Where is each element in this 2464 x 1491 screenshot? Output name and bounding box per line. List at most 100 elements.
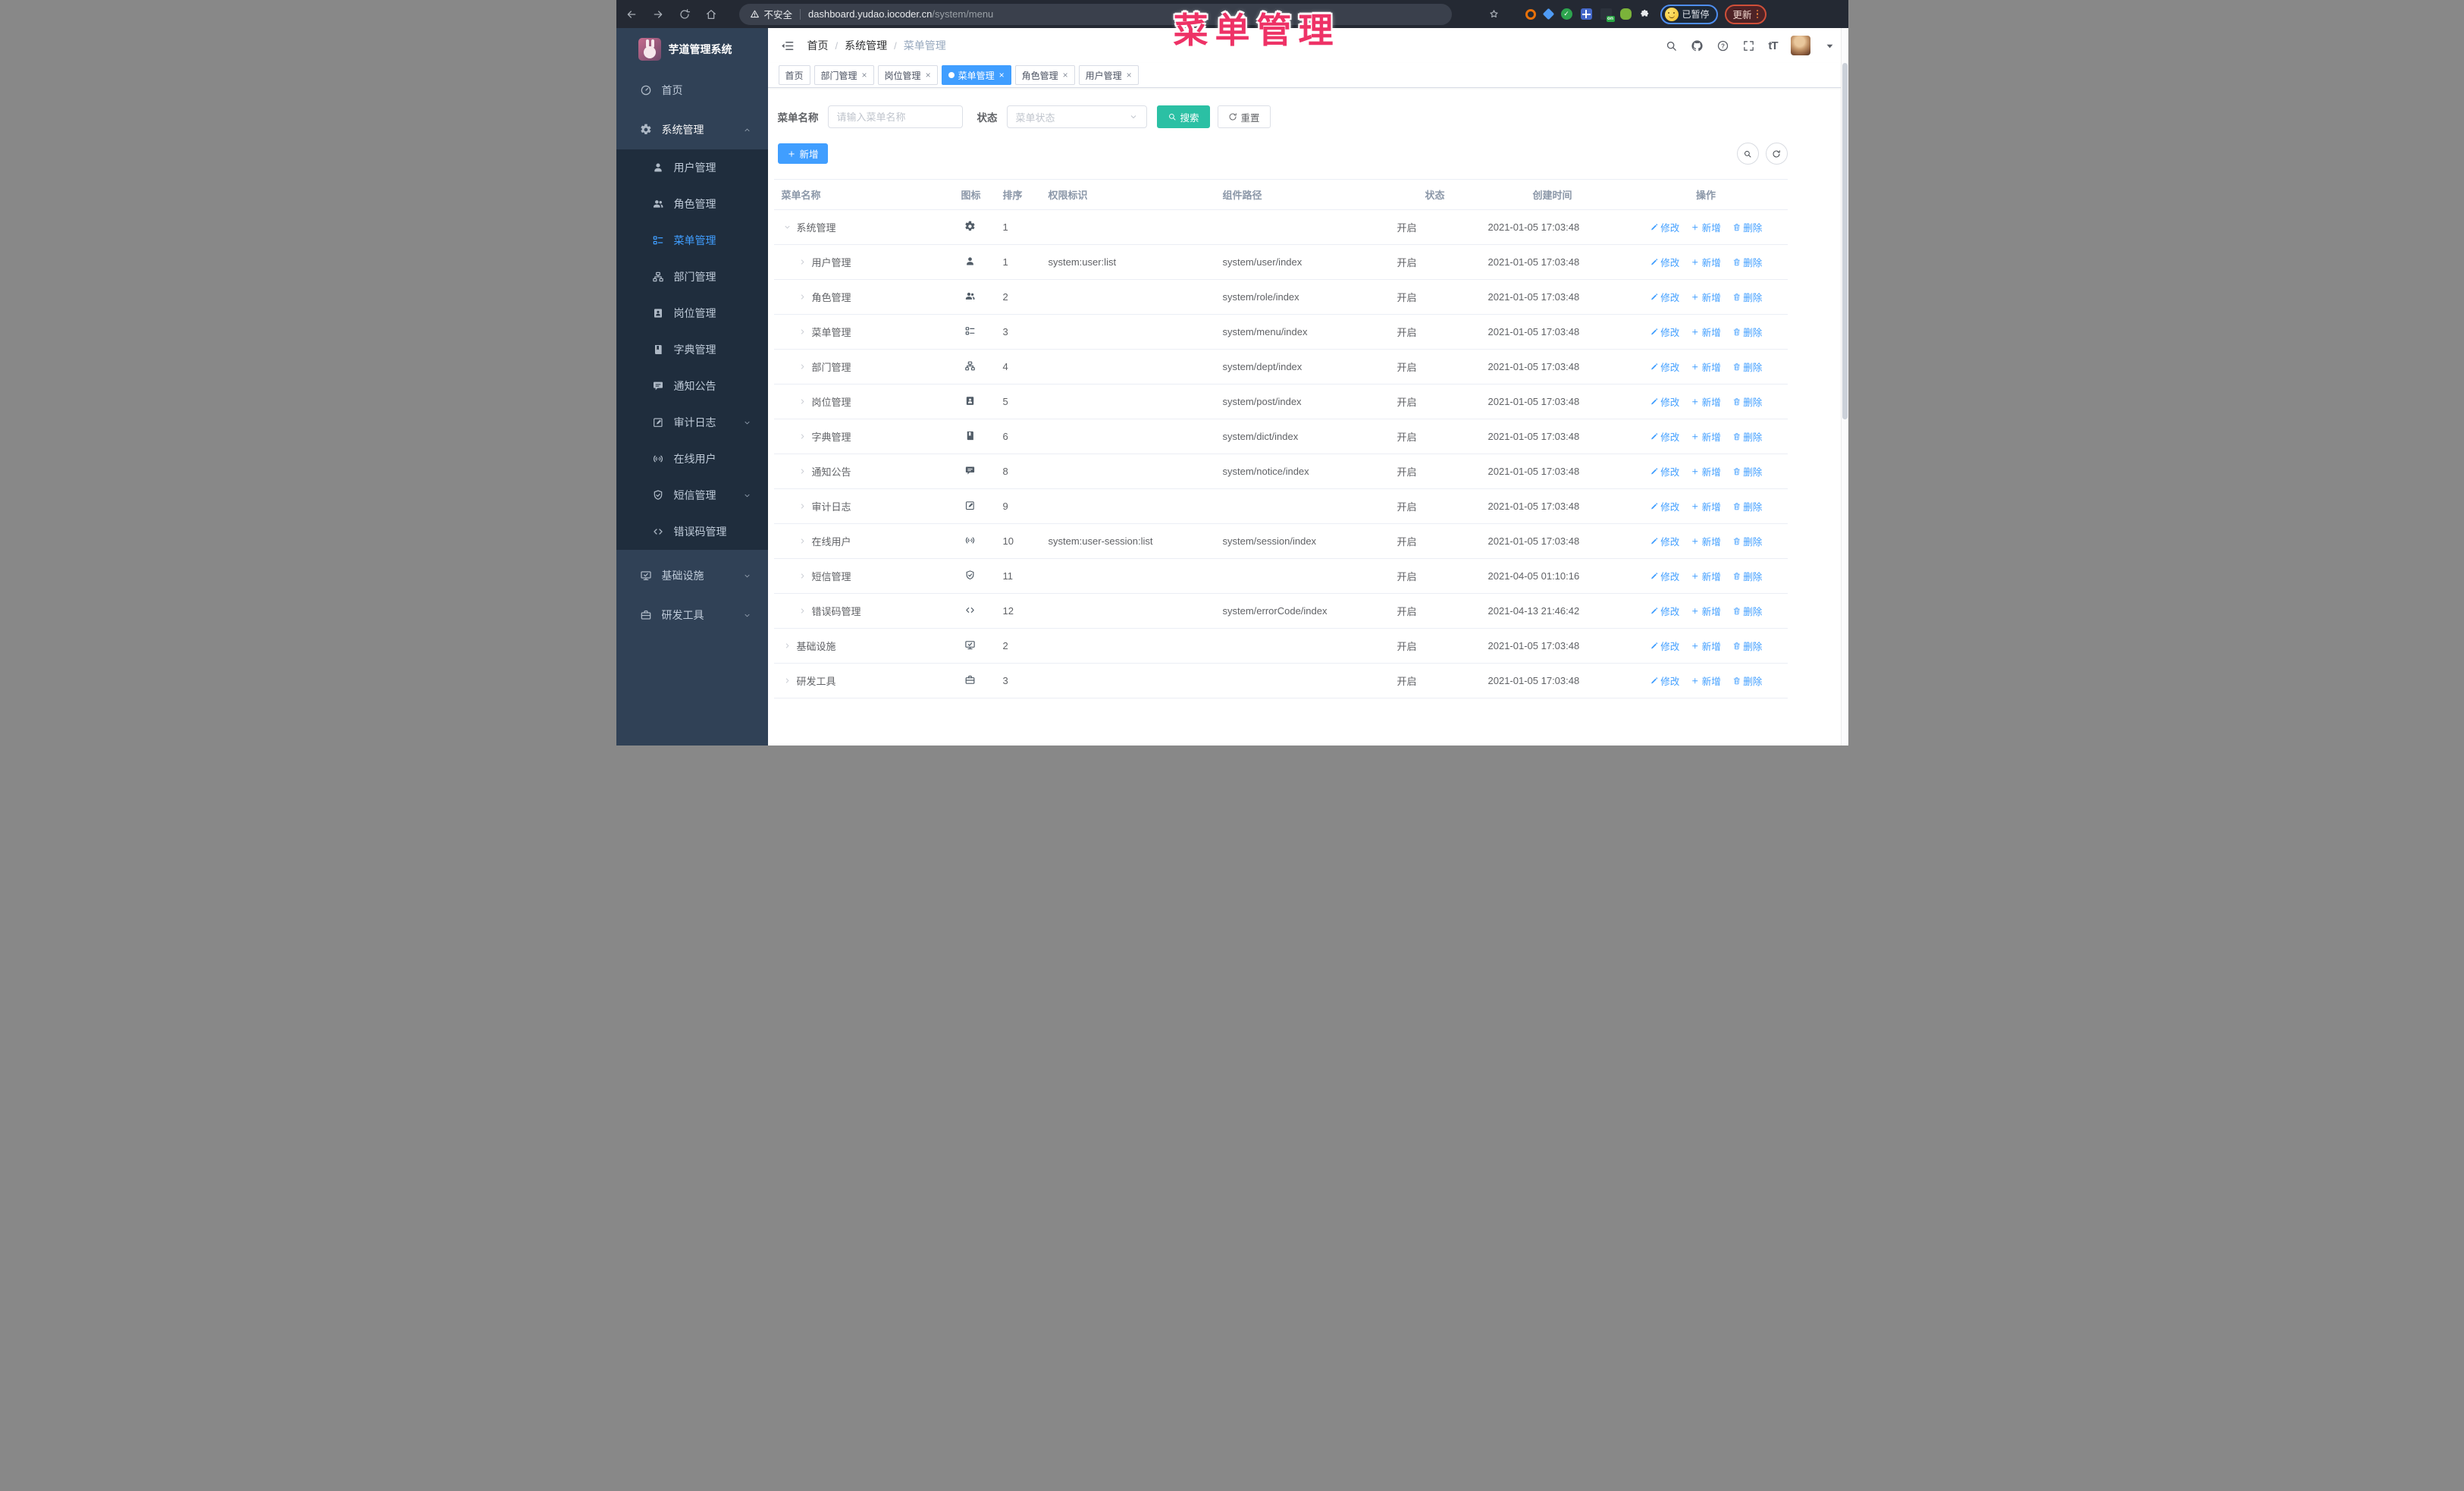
edit-link[interactable]: 修改 xyxy=(1650,290,1679,304)
add-link[interactable]: 新增 xyxy=(1691,429,1721,444)
edit-link[interactable]: 修改 xyxy=(1650,604,1679,618)
column-header-3[interactable]: 权限标识 xyxy=(1041,187,1215,202)
sidebar-item-4[interactable]: 菜单管理 xyxy=(616,222,768,259)
chevron-right-icon[interactable] xyxy=(798,537,807,545)
address-bar[interactable]: 不安全 dashboard.yudao.iocoder.cn/system/me… xyxy=(738,3,1452,25)
sidebar-item-5[interactable]: 部门管理 xyxy=(616,259,768,295)
refresh-table-button[interactable] xyxy=(1765,143,1788,165)
sidebar-item-13[interactable]: 基础设施 xyxy=(616,556,768,595)
chevron-right-icon[interactable] xyxy=(798,572,807,580)
fullscreen-icon[interactable] xyxy=(1742,39,1755,52)
profile-paused-badge[interactable]: 已暂停 xyxy=(1660,4,1718,24)
extension-icon[interactable] xyxy=(1600,8,1615,22)
table-row-6[interactable]: 字典管理 6 system/dict/index 开启 2021-01-05 17:03… xyxy=(773,419,1788,454)
delete-link[interactable]: 删除 xyxy=(1732,220,1762,234)
help-icon[interactable]: ? xyxy=(1716,39,1729,52)
collapse-sidebar-icon[interactable] xyxy=(780,39,795,53)
table-row-0[interactable]: 系统管理 1 开启 2021-01-05 17:03:48 修改 新增 删除 xyxy=(773,210,1788,245)
edit-link[interactable]: 修改 xyxy=(1650,429,1679,444)
extension-icon[interactable] xyxy=(1525,8,1536,20)
forward-icon[interactable] xyxy=(652,8,664,20)
extension-icon[interactable] xyxy=(1542,8,1554,20)
sidebar-item-7[interactable]: 字典管理 xyxy=(616,331,768,368)
add-link[interactable]: 新增 xyxy=(1691,255,1721,269)
chevron-right-icon[interactable] xyxy=(798,397,807,406)
table-row-1[interactable]: 用户管理 1 system:user:list system/user/index 开启… xyxy=(773,245,1788,280)
chevron-right-icon[interactable] xyxy=(798,502,807,510)
table-row-11[interactable]: 错误码管理 12 system/errorCode/index 开启 2021-04-1… xyxy=(773,594,1788,629)
sidebar-item-2[interactable]: 用户管理 xyxy=(616,149,768,186)
delete-link[interactable]: 删除 xyxy=(1732,359,1762,374)
delete-link[interactable]: 删除 xyxy=(1732,499,1762,513)
close-icon[interactable]: × xyxy=(926,71,931,80)
edit-link[interactable]: 修改 xyxy=(1650,359,1679,374)
delete-link[interactable]: 删除 xyxy=(1732,255,1762,269)
breadcrumb-item[interactable]: 首页 xyxy=(807,38,829,53)
edit-link[interactable]: 修改 xyxy=(1650,673,1679,688)
column-header-2[interactable]: 排序 xyxy=(995,187,1041,202)
add-button[interactable]: 新增 xyxy=(777,143,828,164)
menu-name-input[interactable] xyxy=(827,105,963,128)
update-button[interactable]: 更新 xyxy=(1724,4,1767,24)
column-header-5[interactable]: 状态 xyxy=(1390,187,1481,202)
add-link[interactable]: 新增 xyxy=(1691,325,1721,339)
tab-0[interactable]: 首页 xyxy=(778,65,810,85)
sidebar-item-12[interactable]: 错误码管理 xyxy=(616,513,768,550)
tab-4[interactable]: 角色管理 × xyxy=(1014,65,1075,85)
toggle-search-button[interactable] xyxy=(1736,143,1759,165)
chevron-right-icon[interactable] xyxy=(798,363,807,371)
sidebar-item-9[interactable]: 审计日志 xyxy=(616,404,768,441)
close-icon[interactable]: × xyxy=(999,71,1005,80)
table-row-10[interactable]: 短信管理 11 开启 2021-04-05 01:10:16 修改 新增 删除 xyxy=(773,559,1788,594)
delete-link[interactable]: 删除 xyxy=(1732,569,1762,583)
delete-link[interactable]: 删除 xyxy=(1732,604,1762,618)
scrollbar[interactable] xyxy=(1840,28,1848,746)
scrollbar-thumb[interactable] xyxy=(1842,63,1848,419)
sidebar-item-1[interactable]: 系统管理 xyxy=(616,110,768,149)
column-header-4[interactable]: 组件路径 xyxy=(1215,187,1390,202)
table-row-12[interactable]: 基础设施 2 开启 2021-01-05 17:03:48 修改 新增 删除 xyxy=(773,629,1788,664)
chevron-right-icon[interactable] xyxy=(798,432,807,441)
edit-link[interactable]: 修改 xyxy=(1650,639,1679,653)
chevron-right-icon[interactable] xyxy=(798,467,807,476)
delete-link[interactable]: 删除 xyxy=(1732,673,1762,688)
sidebar-item-14[interactable]: 研发工具 xyxy=(616,595,768,635)
table-row-8[interactable]: 审计日志 9 开启 2021-01-05 17:03:48 修改 新增 删除 xyxy=(773,489,1788,524)
bookmark-star-icon[interactable] xyxy=(1488,8,1500,20)
chevron-right-icon[interactable] xyxy=(783,642,792,650)
back-icon[interactable] xyxy=(625,8,638,20)
delete-link[interactable]: 删除 xyxy=(1732,429,1762,444)
edit-link[interactable]: 修改 xyxy=(1650,325,1679,339)
edit-link[interactable]: 修改 xyxy=(1650,569,1679,583)
home-icon[interactable] xyxy=(705,8,717,20)
sidebar-item-3[interactable]: 角色管理 xyxy=(616,186,768,222)
column-header-7[interactable]: 操作 xyxy=(1625,187,1788,202)
table-row-9[interactable]: 在线用户 10 system:user-session:list system/ses… xyxy=(773,524,1788,559)
sidebar-item-8[interactable]: 通知公告 xyxy=(616,368,768,404)
close-icon[interactable]: × xyxy=(1127,71,1132,80)
tab-1[interactable]: 部门管理 × xyxy=(813,65,874,85)
table-row-4[interactable]: 部门管理 4 system/dept/index 开启 2021-01-05 17:03… xyxy=(773,350,1788,385)
tab-2[interactable]: 岗位管理 × xyxy=(877,65,938,85)
table-row-5[interactable]: 岗位管理 5 system/post/index 开启 2021-01-05 17:03… xyxy=(773,385,1788,419)
table-row-2[interactable]: 角色管理 2 system/role/index 开启 2021-01-05 17:03… xyxy=(773,280,1788,315)
add-link[interactable]: 新增 xyxy=(1691,220,1721,234)
add-link[interactable]: 新增 xyxy=(1691,394,1721,409)
add-link[interactable]: 新增 xyxy=(1691,569,1721,583)
tab-3[interactable]: 菜单管理 × xyxy=(941,65,1011,85)
add-link[interactable]: 新增 xyxy=(1691,639,1721,653)
delete-link[interactable]: 删除 xyxy=(1732,639,1762,653)
delete-link[interactable]: 删除 xyxy=(1732,394,1762,409)
column-header-6[interactable]: 创建时间 xyxy=(1481,187,1625,202)
column-header-0[interactable]: 菜单名称 xyxy=(774,187,954,202)
extensions-puzzle-icon[interactable] xyxy=(1640,8,1651,20)
reset-button[interactable]: 重置 xyxy=(1217,105,1271,128)
add-link[interactable]: 新增 xyxy=(1691,604,1721,618)
tab-5[interactable]: 用户管理 × xyxy=(1078,65,1139,85)
add-link[interactable]: 新增 xyxy=(1691,673,1721,688)
table-row-13[interactable]: 研发工具 3 开启 2021-01-05 17:03:48 修改 新增 删除 xyxy=(773,664,1788,698)
delete-link[interactable]: 删除 xyxy=(1732,325,1762,339)
delete-link[interactable]: 删除 xyxy=(1732,464,1762,479)
app-logo-row[interactable]: 芋道管理系统 xyxy=(616,28,768,71)
edit-link[interactable]: 修改 xyxy=(1650,534,1679,548)
